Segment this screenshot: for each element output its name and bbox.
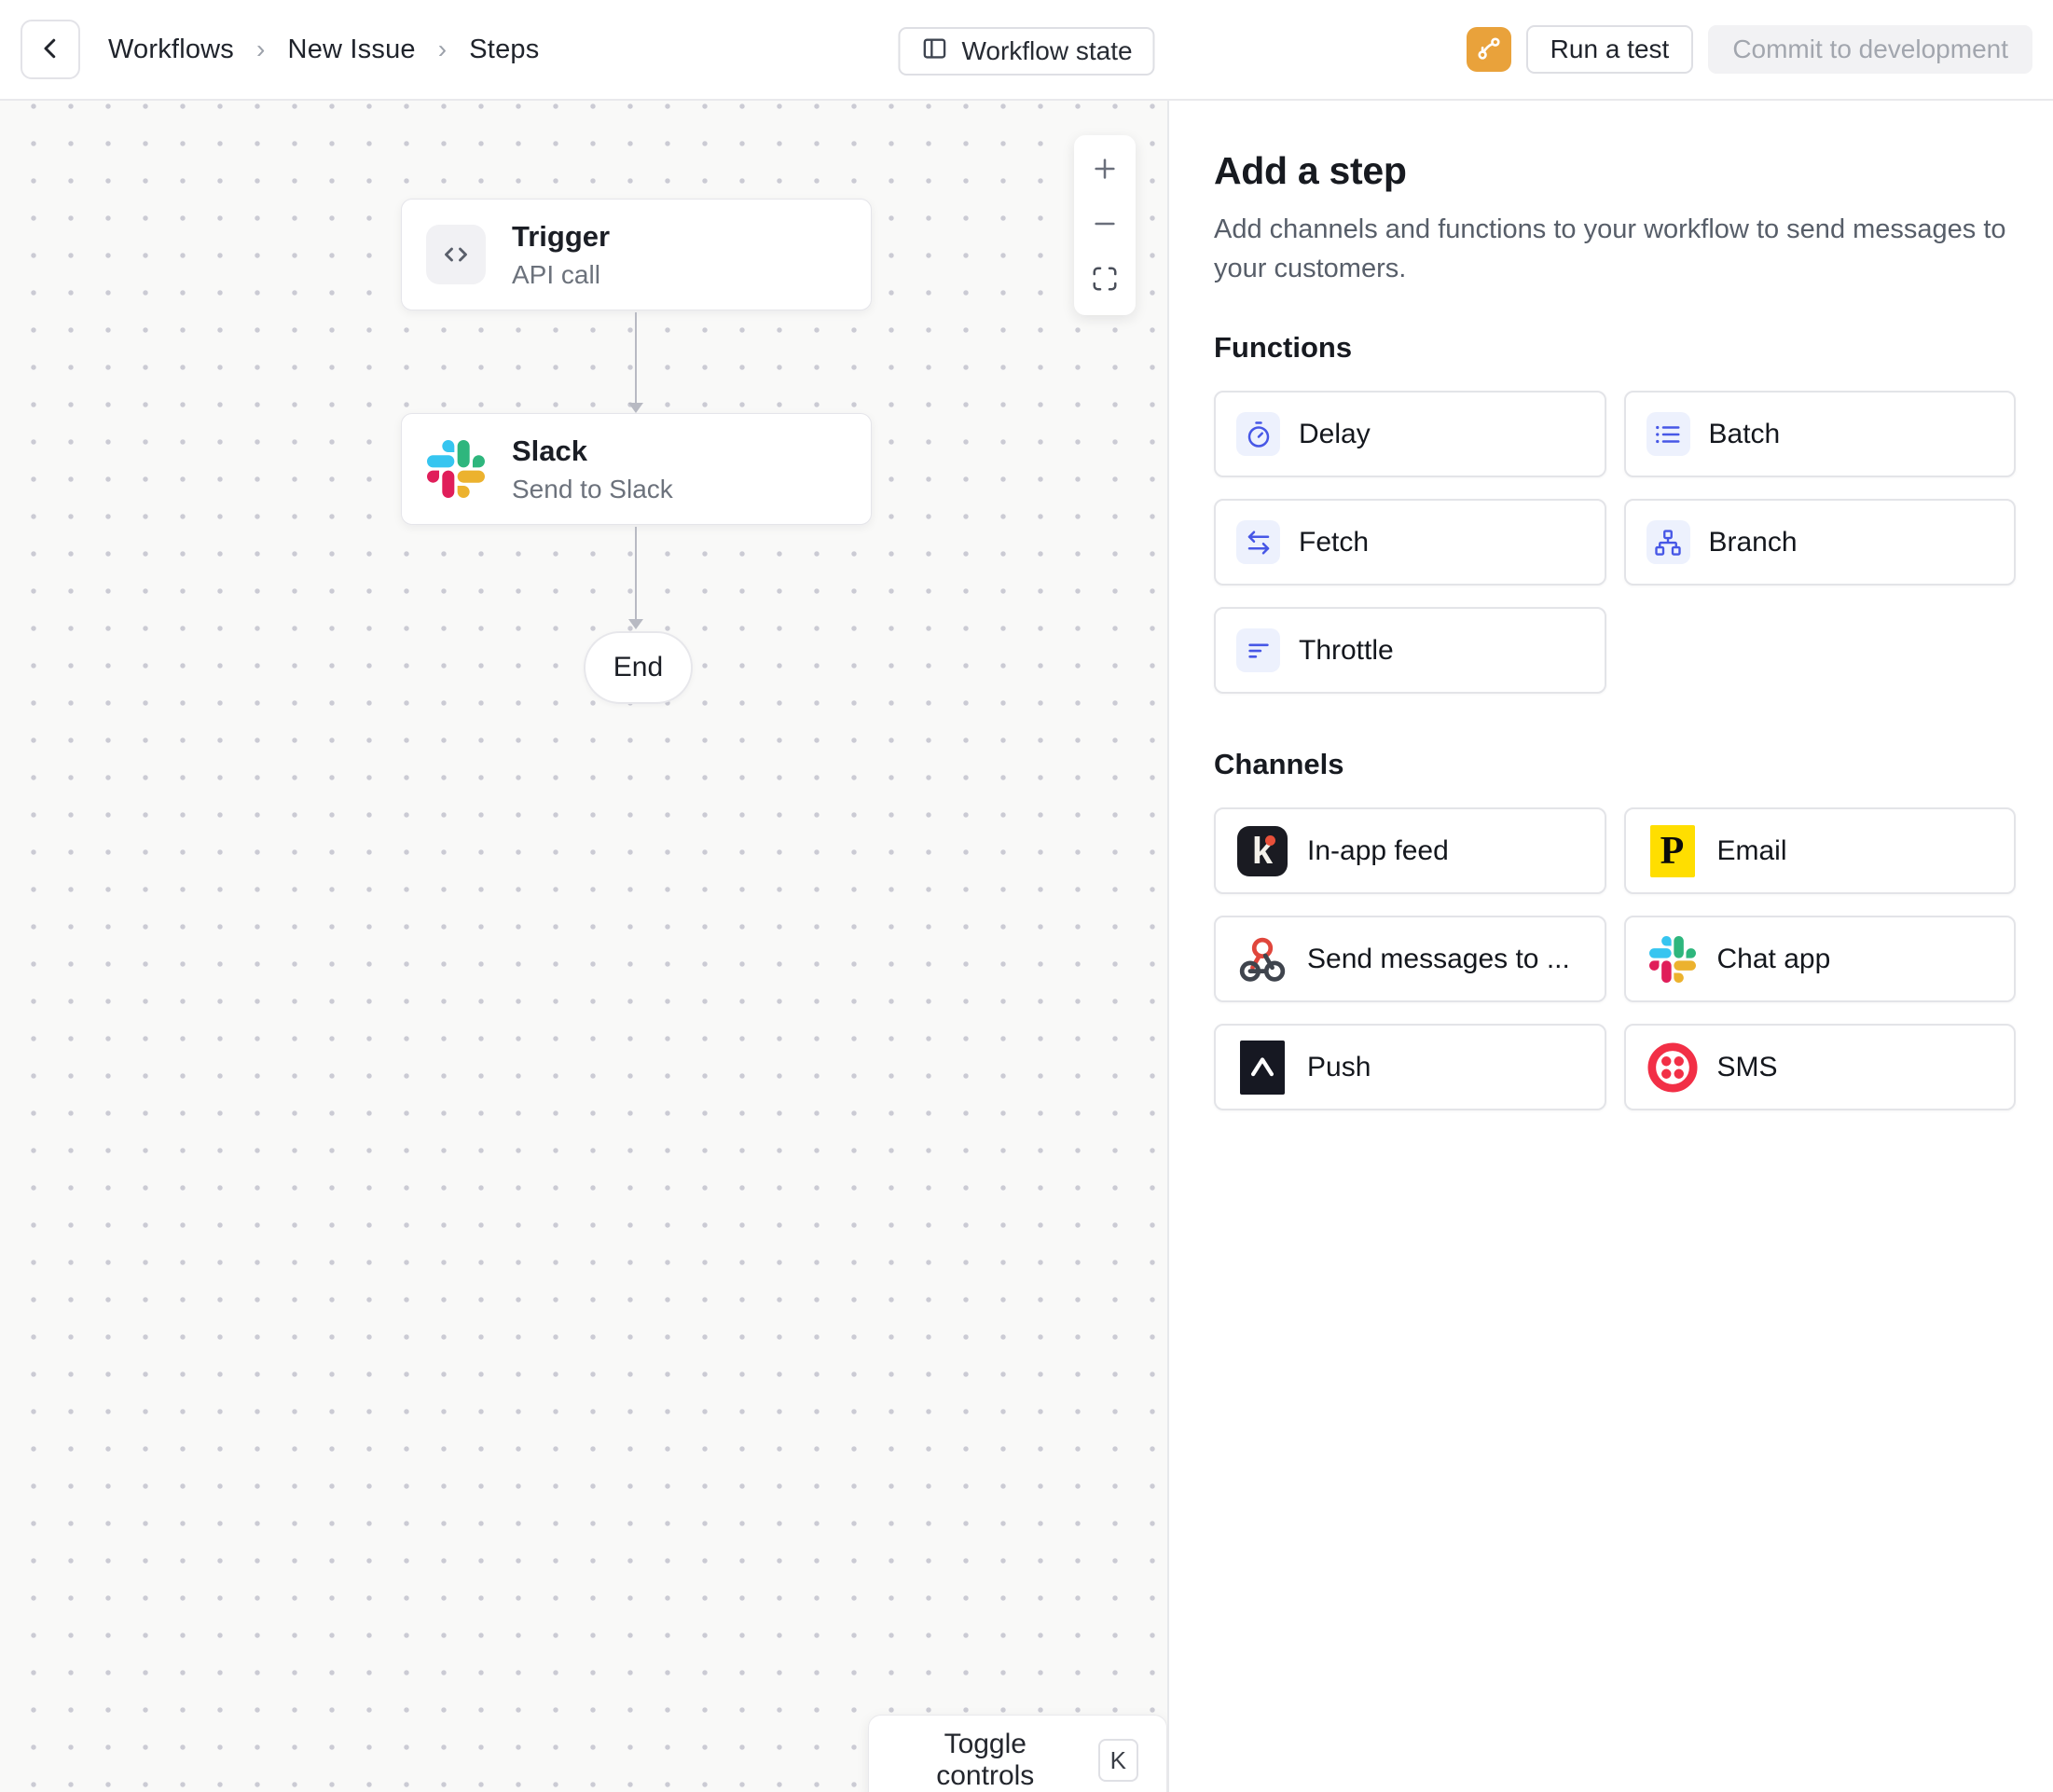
list-icon — [1647, 412, 1690, 456]
breadcrumb-workflows[interactable]: Workflows — [108, 34, 234, 65]
breadcrumb-separator: › — [256, 34, 266, 64]
run-test-button[interactable]: Run a test — [1526, 25, 1694, 74]
trigger-node[interactable]: Trigger API call — [401, 199, 872, 310]
plus-icon — [1090, 154, 1120, 186]
add-step-panel: Add a step Add channels and functions to… — [1167, 101, 2053, 1792]
functions-heading: Functions — [1214, 331, 2016, 365]
functions-grid: Delay Batch Fetch Branch — [1214, 391, 2016, 694]
trigger-node-title: Trigger — [512, 220, 610, 254]
function-label: Delay — [1299, 419, 1371, 450]
channel-card-email[interactable]: P Email — [1624, 807, 2017, 894]
channel-card-in-app-feed[interactable]: k In-app feed — [1214, 807, 1606, 894]
function-label: Throttle — [1299, 635, 1394, 667]
function-label: Batch — [1709, 419, 1781, 450]
function-card-throttle[interactable]: Throttle — [1214, 607, 1606, 694]
run-test-label: Run a test — [1550, 34, 1670, 64]
workflow-state-button[interactable]: Workflow state — [898, 27, 1154, 76]
arrow-left-right-icon — [1236, 520, 1280, 564]
git-branch-button[interactable] — [1467, 27, 1511, 72]
channel-card-webhook[interactable]: Send messages to ... — [1214, 916, 1606, 1002]
channel-label: Chat app — [1717, 944, 1831, 975]
function-card-delay[interactable]: Delay — [1214, 391, 1606, 477]
channel-card-push[interactable]: Push — [1214, 1024, 1606, 1110]
function-card-batch[interactable]: Batch — [1624, 391, 2017, 477]
throttle-icon — [1236, 628, 1280, 672]
code-icon — [426, 225, 486, 284]
edge-trigger-to-slack — [635, 312, 637, 411]
timer-icon — [1236, 412, 1280, 456]
end-node: End — [584, 631, 693, 704]
slack-icon — [426, 439, 486, 499]
top-bar: Workflows › New Issue › Steps Workflow s… — [0, 0, 2053, 101]
git-branch-icon — [1475, 34, 1503, 65]
slack-node[interactable]: Slack Send to Slack — [401, 413, 872, 525]
edge-slack-to-end — [635, 527, 637, 627]
breadcrumb-steps: Steps — [469, 34, 539, 65]
end-node-label: End — [613, 652, 663, 683]
channel-label: Email — [1717, 835, 1787, 867]
slack-node-subtitle: Send to Slack — [512, 475, 673, 504]
slack-icon — [1647, 933, 1699, 986]
commit-development-label: Commit to development — [1732, 34, 2008, 64]
minus-icon — [1090, 209, 1120, 241]
panel-left-icon — [920, 34, 948, 69]
fit-view-button[interactable] — [1084, 260, 1125, 301]
channel-card-sms[interactable]: SMS — [1624, 1024, 2017, 1110]
function-card-fetch[interactable]: Fetch — [1214, 499, 1606, 586]
function-label: Branch — [1709, 527, 1798, 558]
keyboard-shortcut-badge: K — [1098, 1739, 1138, 1782]
slack-node-title: Slack — [512, 434, 673, 468]
function-label: Fetch — [1299, 527, 1369, 558]
panel-title: Add a step — [1214, 149, 2016, 193]
network-icon — [1647, 520, 1690, 564]
commit-development-button[interactable]: Commit to development — [1708, 25, 2032, 74]
twilio-icon — [1647, 1041, 1699, 1094]
maximize-icon — [1091, 265, 1119, 296]
back-button[interactable] — [21, 20, 80, 79]
channel-label: Push — [1307, 1052, 1371, 1083]
chevron-left-icon — [36, 34, 64, 65]
channel-label: Send messages to ... — [1307, 944, 1570, 975]
channels-grid: k In-app feed P Email — [1214, 807, 2016, 1110]
postmark-icon: P — [1650, 825, 1695, 877]
zoom-controls — [1074, 135, 1136, 315]
channel-card-chat-app[interactable]: Chat app — [1624, 916, 2017, 1002]
toggle-controls-label: Toggle controls — [897, 1729, 1074, 1792]
panel-description: Add channels and functions to your workf… — [1214, 210, 2008, 288]
breadcrumb-separator: › — [438, 34, 448, 64]
workflow-canvas[interactable]: Trigger API call Slack Send to Slack En — [0, 101, 1167, 1792]
channels-heading: Channels — [1214, 748, 2016, 781]
trigger-node-subtitle: API call — [512, 260, 610, 290]
webhook-icon — [1236, 933, 1288, 986]
zoom-in-button[interactable] — [1084, 149, 1125, 190]
channel-label: SMS — [1717, 1052, 1778, 1083]
topbar-actions: Run a test Commit to development — [1467, 25, 2032, 74]
workflow-state-label: Workflow state — [961, 36, 1132, 66]
toggle-controls-button[interactable]: Toggle controls K — [868, 1715, 1167, 1792]
breadcrumb: Workflows › New Issue › Steps — [108, 34, 539, 65]
zoom-out-button[interactable] — [1084, 205, 1125, 246]
breadcrumb-new-issue[interactable]: New Issue — [288, 34, 416, 65]
channel-label: In-app feed — [1307, 835, 1449, 867]
knock-icon: k — [1237, 826, 1288, 876]
function-card-branch[interactable]: Branch — [1624, 499, 2017, 586]
expo-icon — [1240, 1041, 1285, 1095]
